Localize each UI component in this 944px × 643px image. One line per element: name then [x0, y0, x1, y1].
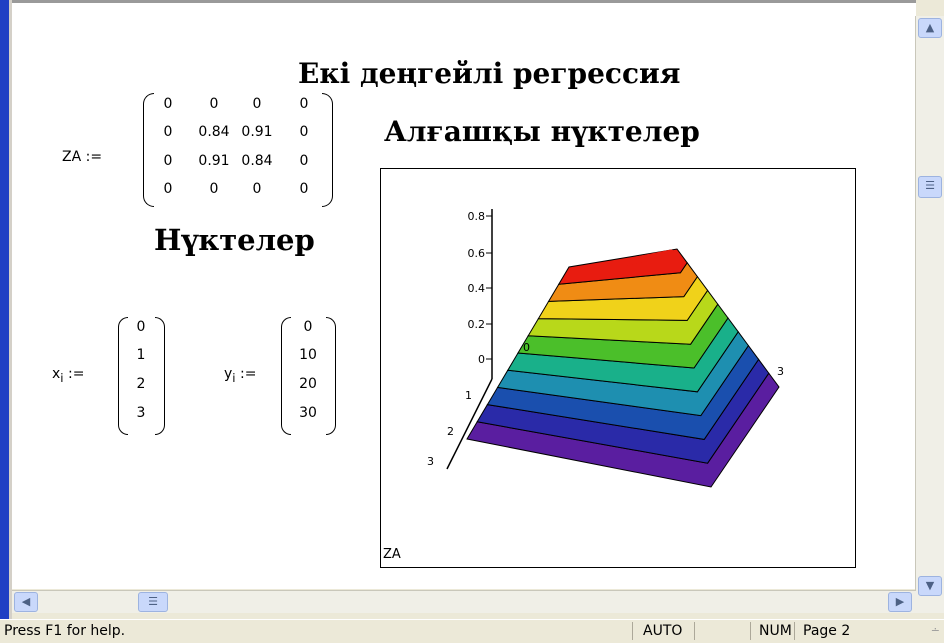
- vector-x-cell: 0: [136, 319, 146, 335]
- vector-y-cell: 20: [299, 376, 317, 392]
- z-tick-label: 0: [478, 353, 485, 366]
- surface-plot[interactable]: 0.8 0.6 0.4 0.2 0 1 2 3 3 0 ZA: [380, 168, 856, 568]
- matrix-za-cell: 0.91: [198, 153, 230, 169]
- plot-caption: ZA: [383, 547, 401, 562]
- vector-x-subscript: i: [60, 370, 64, 385]
- z-tick-label: 0.8: [468, 210, 486, 223]
- matrix-za-cell: 0: [299, 181, 309, 197]
- scroll-down-button[interactable]: ▼: [918, 576, 942, 596]
- status-mode: AUTO: [632, 622, 693, 640]
- vector-y-label: yi :=: [224, 366, 256, 385]
- matrix-za-cell: 0.84: [241, 153, 273, 169]
- vertical-scrollbar[interactable]: ▲ ☰ ▼: [915, 16, 944, 613]
- vector-x-cell: 3: [136, 405, 146, 421]
- small-zero-label: 0: [523, 341, 530, 354]
- y-tick-label: 3: [427, 455, 434, 468]
- vector-x-cell: 2: [136, 376, 146, 392]
- vector-x-cell: 1: [136, 347, 146, 363]
- matrix-za-cell: 0: [209, 96, 219, 112]
- vector-y-assign: :=: [240, 366, 257, 382]
- matrix-za-cell: 0: [163, 124, 173, 140]
- x-tick-label: 3: [777, 365, 784, 378]
- vector-y-subscript: i: [232, 370, 236, 385]
- vector-x-right-paren: [155, 317, 165, 435]
- worksheet-area[interactable]: Екі деңгейлі регрессия ZA := 0 0 0 0 0 0.84 0.…: [12, 3, 916, 589]
- vector-y-cell: 0: [303, 319, 313, 335]
- z-tick-label: 0.6: [468, 247, 486, 260]
- surface-plot-graphic: 0.8 0.6 0.4 0.2 0 1 2 3 3 0: [427, 209, 784, 488]
- y-tick-label: 2: [447, 425, 454, 438]
- matrix-za-label: ZA :=: [62, 149, 103, 165]
- matrix-za-cell: 0: [252, 96, 262, 112]
- title-plot: Алғашқы нүктелер: [384, 115, 700, 148]
- matrix-za-cell: 0: [209, 181, 219, 197]
- horizontal-scroll-thumb[interactable]: ☰: [138, 592, 168, 612]
- status-page: Page 2: [794, 622, 913, 640]
- vector-x-label: xi :=: [52, 366, 84, 385]
- status-help-text: Press F1 for help.: [4, 623, 126, 639]
- scroll-left-button[interactable]: ◀: [14, 592, 38, 612]
- vector-y-right-paren: [326, 317, 336, 435]
- matrix-za-cell: 0: [163, 96, 173, 112]
- scroll-up-button[interactable]: ▲: [918, 18, 942, 38]
- vertical-scroll-thumb[interactable]: ☰: [918, 176, 942, 198]
- vector-y-cell: 10: [299, 347, 317, 363]
- title-points: Нүктелер: [154, 223, 315, 257]
- matrix-za-cell: 0: [299, 124, 309, 140]
- matrix-za-cell: 0: [163, 181, 173, 197]
- scroll-right-button[interactable]: ▶: [888, 592, 912, 612]
- z-tick-label: 0.4: [468, 282, 486, 295]
- horizontal-scrollbar[interactable]: ◀ ☰ ▶: [12, 590, 916, 613]
- status-bar: Press F1 for help. AUTO NUM Page 2 ∸: [0, 619, 944, 643]
- status-blank: [694, 622, 753, 640]
- matrix-za-cell: 0.84: [198, 124, 230, 140]
- vector-y-left-paren: [281, 317, 291, 435]
- matrix-za-cell: 0: [163, 153, 173, 169]
- matrix-za-cell: 0.91: [241, 124, 273, 140]
- vector-y-cell: 30: [299, 405, 317, 421]
- vector-x-assign: :=: [68, 366, 85, 382]
- matrix-za-cell: 0: [299, 96, 309, 112]
- resize-grip-icon[interactable]: ∸: [931, 624, 940, 637]
- status-num: NUM: [750, 622, 795, 640]
- matrix-za-cell: 0: [252, 181, 262, 197]
- y-tick-label: 1: [465, 389, 472, 402]
- window-left-border: [0, 0, 9, 620]
- title-main: Екі деңгейлі регрессия: [298, 57, 681, 90]
- z-tick-label: 0.2: [468, 318, 486, 331]
- matrix-za-cell: 0: [299, 153, 309, 169]
